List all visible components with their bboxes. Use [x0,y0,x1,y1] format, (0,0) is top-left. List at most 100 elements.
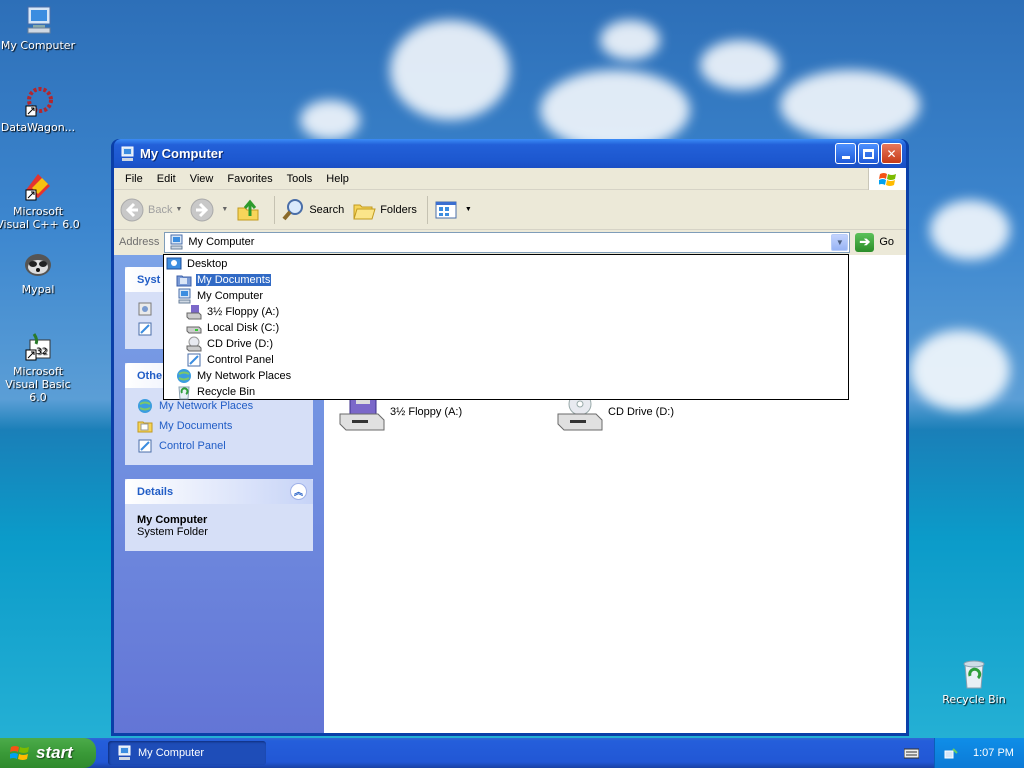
back-label: Back [148,203,173,216]
folders-label: Folders [380,203,417,216]
dropdown-item-recycle-bin[interactable]: Recycle Bin [164,384,848,400]
dropdown-item-control-panel[interactable]: Control Panel [164,352,848,368]
address-dropdown-button[interactable]: ▼ [831,233,849,251]
desktop-icon-my-computer[interactable]: My Computer [0,4,80,52]
address-input[interactable]: My Computer ▼ [164,231,851,253]
my-computer-window: My Computer ✕ File Edit View Favorites T… [111,139,909,736]
drive-label: CD Drive (D:) [608,406,674,418]
desktop-icon-label: Mypal [21,283,55,296]
system-info-icon [137,301,153,317]
control-panel-icon [186,352,202,368]
my-documents-icon [176,272,192,288]
minimize-icon [841,156,850,159]
taskbar-button-my-computer[interactable]: My Computer [108,741,266,765]
desktop-icon-label: Microsoft Visual C++ 6.0 [0,205,80,231]
menu-favorites[interactable]: Favorites [220,173,279,185]
other-link-my-documents[interactable]: My Documents [137,416,301,436]
local-disk-icon [186,320,202,336]
cd-drive-icon [186,336,202,352]
drive-label: 3½ Floppy (A:) [390,406,463,418]
desktop-icon-datawagon[interactable]: DataWagon... [0,86,80,134]
window-title: My Computer [140,146,224,161]
up-folder-icon [236,198,260,222]
my-computer-icon [168,234,184,250]
dropdown-item-network-places[interactable]: My Network Places [164,368,848,384]
minimize-button[interactable] [835,143,856,164]
desktop-icon-label: DataWagon... [0,121,76,134]
back-button[interactable]: Back ▼ [120,198,182,222]
recycle-bin-icon [176,384,192,400]
other-link-control-panel[interactable]: Control Panel [137,436,301,456]
svg-text:32: 32 [36,347,47,357]
mypal-icon [22,248,54,280]
my-computer-icon [119,146,135,162]
dropdown-item-cd-drive[interactable]: CD Drive (D:) [164,336,848,352]
menu-file[interactable]: File [118,173,150,185]
desktop-icon-recycle-bin[interactable]: Recycle Bin [932,658,1016,706]
desktop-icon-visual-cpp[interactable]: Microsoft Visual C++ 6.0 [0,170,80,231]
forward-button[interactable]: ▼ [190,198,228,222]
close-icon: ✕ [886,146,897,161]
dropdown-item-my-documents[interactable]: My Documents [164,272,848,288]
chevron-down-icon: ▼ [835,237,844,247]
toolbar-separator [274,195,276,224]
search-icon [281,198,305,222]
maximize-button[interactable] [858,143,879,164]
toolbar-separator [426,195,428,224]
go-button[interactable]: ➔ Go [855,232,895,252]
views-button[interactable]: ▼ [434,198,472,222]
start-button[interactable]: start [0,738,96,768]
folders-button[interactable]: Folders [352,198,417,222]
details-header[interactable]: Details ︽ [125,479,313,504]
folders-icon [352,198,376,222]
standard-toolbar: Back ▼ ▼ Search Folders ▼ [114,190,906,230]
forward-arrow-icon [190,198,214,222]
dropdown-item-local-disk[interactable]: Local Disk (C:) [164,320,848,336]
menu-tools[interactable]: Tools [280,173,320,185]
close-button[interactable]: ✕ [881,143,902,164]
control-panel-icon [137,438,153,454]
network-status-icon[interactable] [943,745,959,761]
datawagon-icon [22,86,54,118]
details-subtitle: System Folder [137,526,208,538]
search-button[interactable]: Search [281,198,344,222]
start-label: start [36,743,73,762]
maximize-icon [863,148,874,159]
forward-dropdown-icon[interactable]: ▼ [221,206,228,213]
go-arrow-icon: ➔ [855,232,875,252]
menu-help[interactable]: Help [319,173,356,185]
clock[interactable]: 1:07 PM [973,747,1014,759]
my-computer-icon [176,288,192,304]
views-icon [434,198,458,222]
keyboard-icon[interactable] [903,746,920,759]
recycle-bin-icon [958,658,990,690]
address-dropdown-list: Desktop My Documents My Computer 3½ Flop… [163,254,849,400]
dropdown-item-desktop[interactable]: Desktop [164,256,848,272]
desktop-icon-mypal[interactable]: Mypal [0,248,80,296]
desktop-icon-label: Microsoft Visual Basic 6.0 [5,365,71,404]
up-folder-button[interactable] [236,198,264,222]
desktop-icon-label: My Computer [0,39,76,52]
desktop-icon-visual-basic[interactable]: 32 Microsoft Visual Basic 6.0 [0,330,80,404]
task-label: My Computer [138,747,205,759]
collapse-chevron-icon[interactable]: ︽ [290,483,307,500]
back-dropdown-icon[interactable]: ▼ [175,206,182,213]
details-pane: Details ︽ My Computer System Folder [125,479,313,551]
windows-flag-icon [9,744,30,762]
address-value: My Computer [188,236,255,248]
go-label: Go [879,236,895,248]
windows-logo-icon [868,168,906,190]
back-arrow-icon [120,198,144,222]
menu-view[interactable]: View [183,173,221,185]
network-places-icon [137,398,153,414]
floppy-icon [186,304,202,320]
network-places-icon [176,368,192,384]
dropdown-item-floppy[interactable]: 3½ Floppy (A:) [164,304,848,320]
visual-cpp-icon [22,170,54,202]
dropdown-item-my-computer[interactable]: My Computer [164,288,848,304]
menu-edit[interactable]: Edit [150,173,183,185]
my-computer-icon [22,4,54,36]
system-tray: 1:07 PM [934,738,1024,768]
title-bar[interactable]: My Computer ✕ [114,139,906,168]
details-title: My Computer [137,514,208,526]
